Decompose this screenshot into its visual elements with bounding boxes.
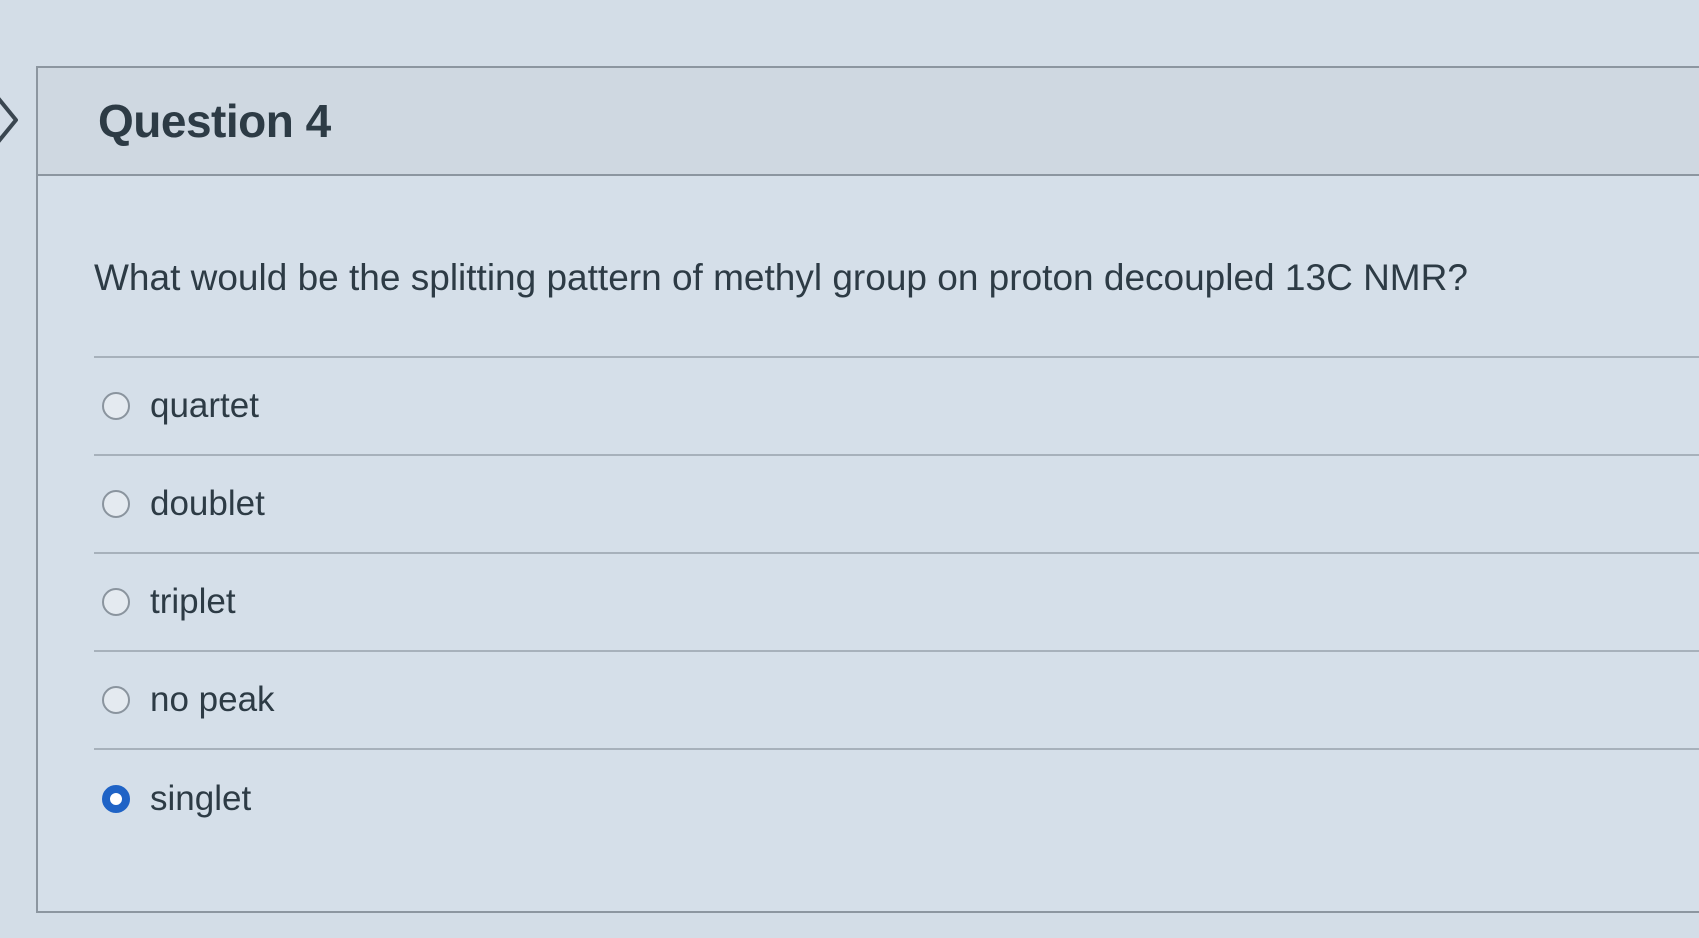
answer-option-no-peak[interactable]: no peak (94, 652, 1699, 750)
answer-option-quartet[interactable]: quartet (94, 358, 1699, 456)
answer-label: triplet (150, 582, 236, 621)
chevron-right-icon[interactable] (0, 92, 28, 148)
question-body: What would be the splitting pattern of m… (38, 256, 1699, 848)
radio-button[interactable] (102, 392, 130, 420)
radio-button[interactable] (102, 686, 130, 714)
question-card: Question 4 What would be the splitting p… (36, 66, 1699, 913)
question-text: What would be the splitting pattern of m… (94, 257, 1468, 298)
answer-label: quartet (150, 386, 259, 425)
radio-button[interactable] (102, 490, 130, 518)
radio-button-selected[interactable] (102, 785, 130, 813)
answer-option-doublet[interactable]: doublet (94, 456, 1699, 554)
question-header: Question 4 (38, 68, 1699, 176)
answer-list: quartet doublet triplet no peak singlet (94, 356, 1699, 848)
answer-label: singlet (150, 779, 252, 818)
answer-label: no peak (150, 680, 275, 719)
question-title: Question 4 (98, 95, 331, 147)
answer-label: doublet (150, 484, 265, 523)
answer-option-singlet[interactable]: singlet (94, 750, 1699, 848)
radio-button[interactable] (102, 588, 130, 616)
answer-option-triplet[interactable]: triplet (94, 554, 1699, 652)
